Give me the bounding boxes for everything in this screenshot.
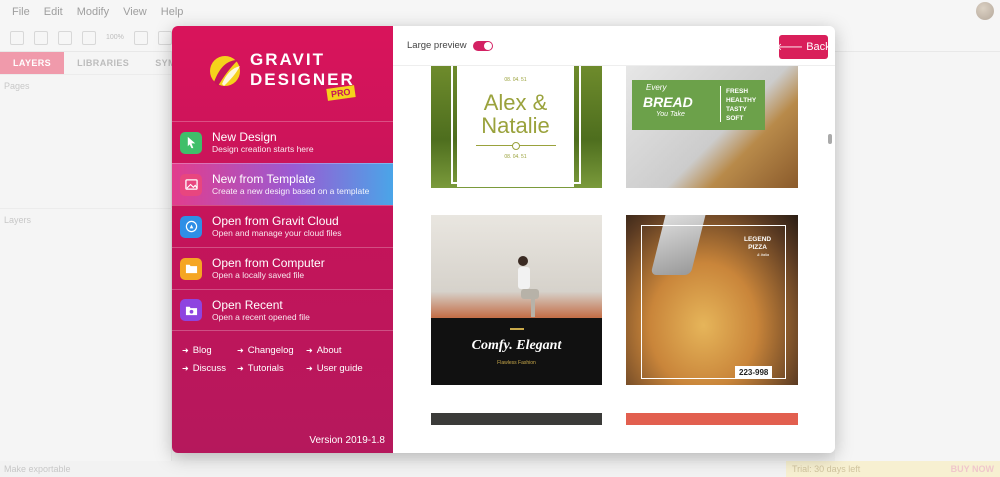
template-wedding[interactable]: 08. 04. 51 Alex & Natalie 08. 04. 51 <box>431 66 602 188</box>
template-bread[interactable]: Every BREAD You Take FRESH HEALTHY TASTY… <box>626 66 798 188</box>
template-comfy[interactable]: Comfy. Elegant Flawless Fashion <box>431 215 602 385</box>
tutorials-link[interactable]: ➜ Tutorials <box>237 363 306 374</box>
image-icon <box>180 173 202 196</box>
wedding-names: Alex & Natalie <box>481 90 550 138</box>
open-from-computer-subtitle: Open a locally saved file <box>212 270 305 281</box>
blog-link[interactable]: ➜ Blog <box>182 345 237 356</box>
new-design-title: New Design <box>212 130 277 145</box>
pro-badge: PRO <box>326 85 356 101</box>
person-figure <box>518 256 539 317</box>
template-next-2[interactable] <box>626 413 798 425</box>
welcome-dialog: GRAVIT DESIGNER PRO New Design Design cr… <box>172 26 835 453</box>
scrollbar-thumb[interactable] <box>828 134 832 144</box>
gravit-logo: GRAVIT DESIGNER PRO <box>208 50 368 110</box>
open-from-computer-title: Open from Computer <box>212 256 325 271</box>
open-recent-item[interactable]: Open Recent Open a recent opened file <box>172 289 393 331</box>
arrow-right-icon: ➜ <box>237 364 244 373</box>
pizza-legend-line2: PIZZA <box>748 244 767 251</box>
arrow-right-icon: ➜ <box>237 346 244 355</box>
folder-icon <box>180 257 202 280</box>
wedding-date-bottom: 08. 04. 51 <box>504 154 527 160</box>
open-recent-title: Open Recent <box>212 297 283 312</box>
bread-list-item: SOFT <box>726 115 744 122</box>
discuss-link-label: Discuss <box>192 363 226 374</box>
template-grid: 08. 04. 51 Alex & Natalie 08. 04. 51 Eve… <box>393 66 835 453</box>
bread-list-item: FRESH <box>726 88 749 95</box>
large-preview-toggle[interactable] <box>472 40 493 51</box>
template-next-1[interactable] <box>431 413 602 425</box>
pizza-legend-line1: LEGEND <box>744 236 772 243</box>
comfy-title: Comfy. Elegant <box>471 338 562 353</box>
bread-you-take: You Take <box>656 111 685 118</box>
arrow-right-icon: ➜ <box>306 346 313 355</box>
template-content: Large preview 🡐 Back 08. 04. 51 Alex & N… <box>393 26 835 453</box>
open-from-computer-item[interactable]: Open from Computer Open a locally saved … <box>172 247 393 289</box>
changelog-link[interactable]: ➜ Changelog <box>237 345 306 356</box>
wedding-divider <box>475 142 556 150</box>
bread-every: Every <box>646 83 667 92</box>
arrow-left-icon: 🡐 <box>776 42 804 53</box>
open-recent-subtitle: Open a recent opened file <box>212 311 310 322</box>
back-button-label: Back <box>806 41 831 53</box>
arrow-right-icon: ➜ <box>306 364 313 373</box>
comfy-subtitle: Flawless Fashion <box>497 360 536 366</box>
arrow-right-icon: ➜ <box>182 364 189 373</box>
wedding-card: 08. 04. 51 Alex & Natalie 08. 04. 51 <box>457 66 574 187</box>
dialog-sidebar: GRAVIT DESIGNER PRO New Design Design cr… <box>172 26 393 453</box>
template-pizza[interactable]: LEGEND PIZZA & italia 223-998 <box>626 215 798 385</box>
help-links: ➜ Blog ➜ Changelog ➜ About ➜ Discuss ➜ Tutori… <box>182 345 387 374</box>
open-from-cloud-item[interactable]: Open from Gravit Cloud Open and manage y… <box>172 205 393 247</box>
bread-list-item: TASTY <box>726 106 747 113</box>
pizza-tagline: & italia <box>757 252 770 257</box>
user-guide-link-label: User guide <box>316 363 363 374</box>
discuss-link[interactable]: ➜ Discuss <box>182 363 237 374</box>
pizza-legend: LEGEND PIZZA <box>744 236 771 252</box>
about-link-label: About <box>316 345 342 356</box>
gravit-logo-icon <box>210 56 240 86</box>
new-from-template-title: New from Template <box>212 172 316 187</box>
open-from-cloud-subtitle: Open and manage your cloud files <box>212 228 342 239</box>
cloud-icon <box>180 215 202 238</box>
new-from-template-item[interactable]: New from Template Create a new design ba… <box>172 163 393 205</box>
new-design-item[interactable]: New Design Design creation starts here <box>172 121 393 163</box>
recent-folder-icon <box>180 299 202 321</box>
wedding-date-top: 08. 04. 51 <box>504 77 527 83</box>
new-from-template-subtitle: Create a new design based on a template <box>212 186 370 197</box>
bread-title: BREAD <box>643 94 693 110</box>
arrow-right-icon: ➜ <box>182 346 189 355</box>
bread-list: FRESH HEALTHY TASTY SOFT <box>726 87 756 123</box>
back-button[interactable]: 🡐 Back <box>776 35 831 59</box>
open-from-cloud-title: Open from Gravit Cloud <box>212 214 339 229</box>
large-preview-label: Large preview <box>407 40 467 51</box>
user-guide-link[interactable]: ➜ User guide <box>306 363 376 374</box>
cursor-icon <box>180 131 202 154</box>
template-header: Large preview 🡐 Back <box>393 26 835 66</box>
new-design-subtitle: Design creation starts here <box>212 144 314 155</box>
changelog-link-label: Changelog <box>247 345 294 356</box>
pizza-price: 223-998 <box>735 366 773 379</box>
logo-line1: GRAVIT <box>250 50 325 69</box>
comfy-accent-line <box>510 328 524 330</box>
blog-link-label: Blog <box>192 345 212 356</box>
tutorials-link-label: Tutorials <box>247 363 284 374</box>
about-link[interactable]: ➜ About <box>306 345 376 356</box>
welcome-menu: New Design Design creation starts here N… <box>172 121 393 331</box>
bread-list-item: HEALTHY <box>726 97 757 104</box>
bread-divider <box>720 86 721 122</box>
version-label: Version 2019-1.8 <box>309 435 385 446</box>
